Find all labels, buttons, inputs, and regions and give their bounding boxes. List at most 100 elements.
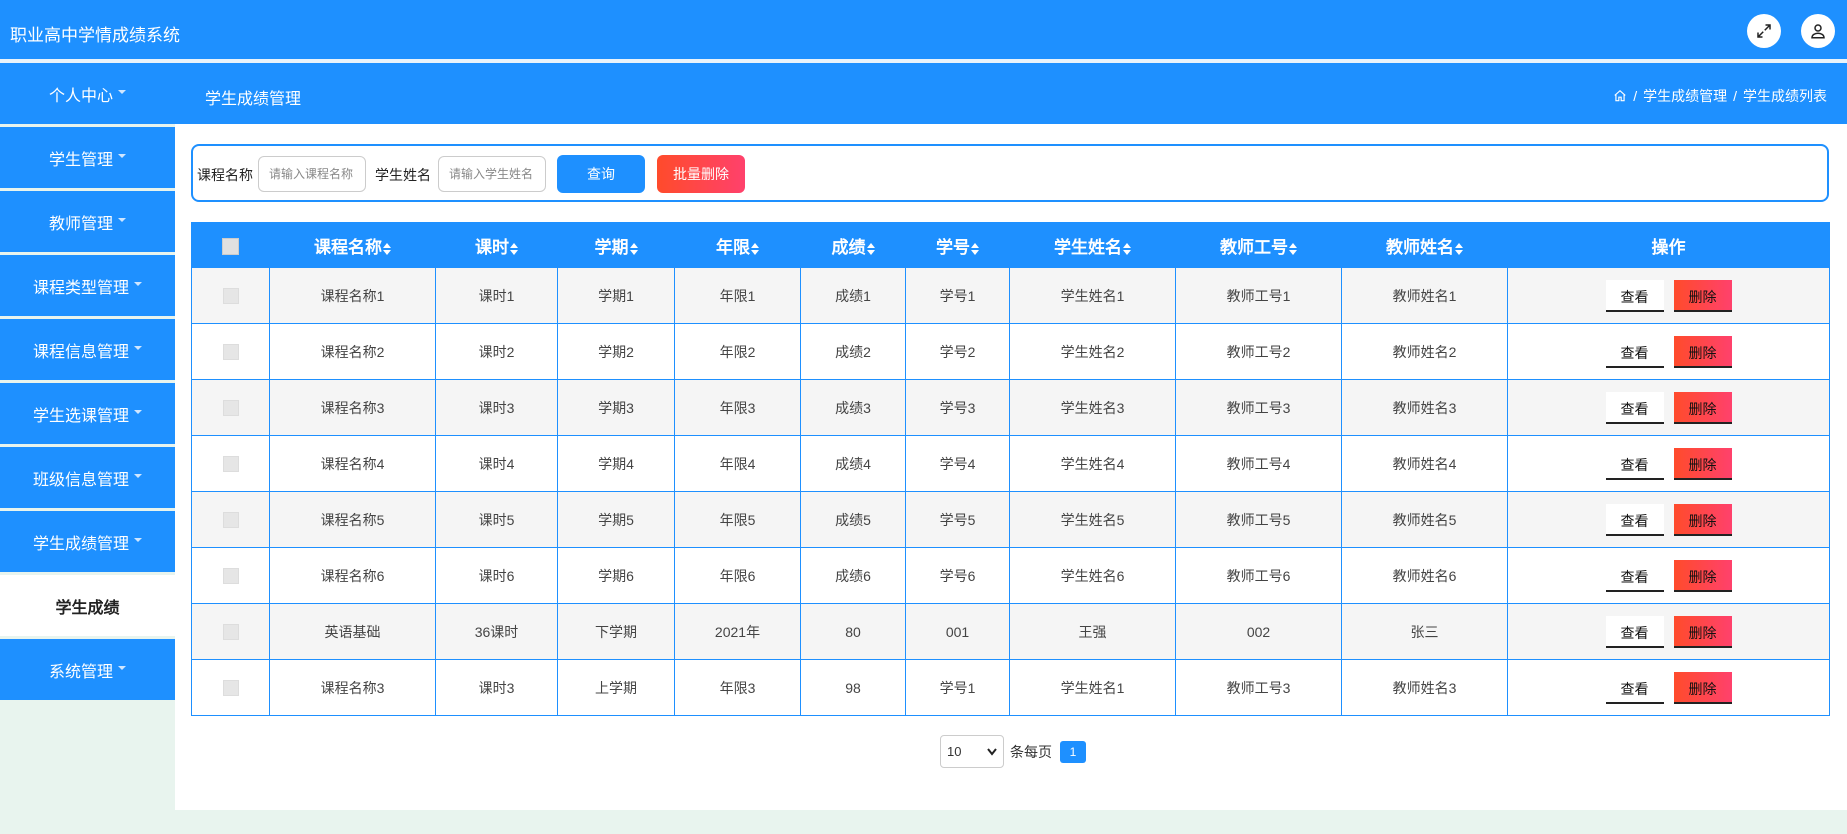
sidebar-item-teacher-management[interactable]: 教师管理 bbox=[0, 191, 175, 252]
sidebar-item-personal-center[interactable]: 个人中心 bbox=[0, 63, 175, 124]
row-checkbox[interactable] bbox=[222, 288, 239, 305]
caret-down-icon bbox=[118, 153, 126, 158]
column-header-course-name[interactable]: 课程名称 bbox=[269, 222, 436, 268]
cell-student-name: 学生姓名5 bbox=[1009, 491, 1176, 548]
pagination: 10 条每页 1 bbox=[940, 735, 1086, 768]
cell-score: 成绩1 bbox=[800, 267, 906, 324]
page-size-select[interactable]: 10 bbox=[940, 735, 1004, 768]
row-select-cell bbox=[191, 435, 270, 492]
sidebar-item-label: 系统管理 bbox=[48, 663, 113, 681]
delete-button[interactable]: 删除 bbox=[1673, 335, 1732, 368]
cell-teacher-id: 教师工号1 bbox=[1175, 267, 1342, 324]
sidebar-subitem-student-score[interactable]: 学生成绩 bbox=[0, 575, 175, 636]
delete-button[interactable]: 删除 bbox=[1673, 447, 1732, 480]
cell-course-name: 课程名称1 bbox=[269, 267, 436, 324]
view-button[interactable]: 查看 bbox=[1605, 391, 1664, 424]
table-row: 课程名称3 课时3 学期3 年限3 成绩3 学号3 学生姓名3 教师工号3 教师姓名3 查看 删除 bbox=[191, 379, 1830, 436]
sidebar-item-label: 学生成绩管理 bbox=[32, 535, 129, 553]
sort-icon[interactable] bbox=[866, 242, 875, 256]
row-checkbox[interactable] bbox=[222, 344, 239, 361]
course-name-input[interactable] bbox=[258, 156, 366, 192]
sidebar-item-course-info-management[interactable]: 课程信息管理 bbox=[0, 319, 175, 380]
column-header-term[interactable]: 学期 bbox=[557, 222, 675, 268]
batch-delete-button[interactable]: 批量删除 bbox=[657, 155, 745, 193]
select-all-checkbox[interactable] bbox=[222, 237, 239, 255]
sort-icon[interactable] bbox=[1289, 242, 1297, 256]
cell-teacher-id: 教师工号2 bbox=[1175, 323, 1342, 380]
user-button[interactable] bbox=[1801, 14, 1835, 48]
user-icon bbox=[1811, 24, 1825, 39]
main-content: 课程名称 学生姓名 查询 批量删除 课程名称 课时 学期 年限 成绩 学号 学生… bbox=[175, 124, 1847, 810]
cell-course-name: 课程名称4 bbox=[269, 435, 436, 492]
view-button[interactable]: 查看 bbox=[1605, 503, 1664, 536]
row-checkbox[interactable] bbox=[222, 568, 239, 585]
view-button[interactable]: 查看 bbox=[1605, 447, 1664, 480]
sort-icon[interactable] bbox=[510, 242, 518, 256]
cell-teacher-id: 教师工号6 bbox=[1175, 547, 1342, 604]
row-actions-cell: 查看 删除 bbox=[1507, 323, 1830, 380]
sort-icon[interactable] bbox=[971, 242, 979, 256]
delete-button[interactable]: 删除 bbox=[1673, 559, 1732, 592]
sidebar-item-course-selection-management[interactable]: 学生选课管理 bbox=[0, 383, 175, 444]
sidebar-item-label: 学生管理 bbox=[48, 151, 113, 169]
row-actions-cell: 查看 删除 bbox=[1507, 491, 1830, 548]
sort-icon[interactable] bbox=[383, 242, 391, 256]
column-header-student-id[interactable]: 学号 bbox=[905, 222, 1010, 268]
home-icon[interactable] bbox=[1613, 89, 1627, 103]
delete-button[interactable]: 删除 bbox=[1673, 279, 1732, 312]
delete-button[interactable]: 删除 bbox=[1673, 671, 1732, 704]
sort-icon[interactable] bbox=[751, 242, 759, 256]
column-header-actions: 操作 bbox=[1507, 222, 1830, 268]
column-header-student-name[interactable]: 学生姓名 bbox=[1009, 222, 1176, 268]
sidebar-item-student-management[interactable]: 学生管理 bbox=[0, 127, 175, 188]
delete-button[interactable]: 删除 bbox=[1673, 615, 1732, 648]
row-checkbox[interactable] bbox=[222, 680, 239, 697]
delete-button[interactable]: 删除 bbox=[1673, 391, 1732, 424]
sidebar-item-system-management[interactable]: 系统管理 bbox=[0, 639, 175, 700]
cell-year: 年限4 bbox=[674, 435, 801, 492]
cell-year: 年限3 bbox=[674, 659, 801, 716]
column-header-label: 教师工号 bbox=[1220, 237, 1288, 257]
view-button[interactable]: 查看 bbox=[1605, 615, 1664, 648]
sort-icon[interactable] bbox=[1123, 242, 1131, 256]
caret-down-icon bbox=[118, 89, 126, 94]
cell-student-id: 001 bbox=[905, 603, 1010, 660]
breadcrumb-item-score-management[interactable]: 学生成绩管理 bbox=[1643, 86, 1727, 106]
sidebar-item-score-management[interactable]: 学生成绩管理 bbox=[0, 511, 175, 572]
table-row: 英语基础 36课时 下学期 2021年 80 001 王强 002 张三 查看 删除 bbox=[191, 603, 1830, 660]
sidebar-item-class-info-management[interactable]: 班级信息管理 bbox=[0, 447, 175, 508]
view-button[interactable]: 查看 bbox=[1605, 335, 1664, 368]
delete-button[interactable]: 删除 bbox=[1673, 503, 1732, 536]
column-header-teacher-name[interactable]: 教师姓名 bbox=[1341, 222, 1508, 268]
row-checkbox[interactable] bbox=[222, 400, 239, 417]
column-header-teacher-id[interactable]: 教师工号 bbox=[1175, 222, 1342, 268]
cell-course-name: 课程名称6 bbox=[269, 547, 436, 604]
sidebar-item-course-type-management[interactable]: 课程类型管理 bbox=[0, 255, 175, 316]
sort-icon[interactable] bbox=[629, 242, 638, 256]
row-checkbox[interactable] bbox=[222, 512, 239, 529]
column-header-hours[interactable]: 课时 bbox=[435, 222, 558, 268]
page-number-current[interactable]: 1 bbox=[1060, 740, 1086, 763]
fullscreen-button[interactable] bbox=[1747, 14, 1781, 48]
cell-score: 成绩5 bbox=[800, 491, 906, 548]
cell-score: 成绩3 bbox=[800, 379, 906, 436]
column-header-label: 学期 bbox=[594, 237, 629, 257]
column-header-label: 年限 bbox=[716, 237, 750, 257]
query-button[interactable]: 查询 bbox=[557, 155, 645, 193]
cell-teacher-name: 教师姓名2 bbox=[1341, 323, 1508, 380]
cell-teacher-id: 教师工号3 bbox=[1175, 379, 1342, 436]
select-all-cell bbox=[191, 222, 270, 268]
row-checkbox[interactable] bbox=[222, 456, 239, 473]
student-name-input[interactable] bbox=[438, 156, 546, 192]
view-button[interactable]: 查看 bbox=[1605, 279, 1664, 312]
sort-icon[interactable] bbox=[1455, 242, 1463, 256]
row-checkbox[interactable] bbox=[222, 624, 239, 641]
column-header-score[interactable]: 成绩 bbox=[800, 222, 906, 268]
cell-student-name: 学生姓名4 bbox=[1009, 435, 1176, 492]
breadcrumb-separator: / bbox=[1733, 88, 1737, 104]
view-button[interactable]: 查看 bbox=[1605, 671, 1664, 704]
column-header-year[interactable]: 年限 bbox=[674, 222, 801, 268]
view-button[interactable]: 查看 bbox=[1605, 559, 1664, 592]
table-row: 课程名称1 课时1 学期1 年限1 成绩1 学号1 学生姓名1 教师工号1 教师姓名1 查看 删除 bbox=[191, 267, 1830, 324]
cell-teacher-name: 教师姓名1 bbox=[1341, 267, 1508, 324]
